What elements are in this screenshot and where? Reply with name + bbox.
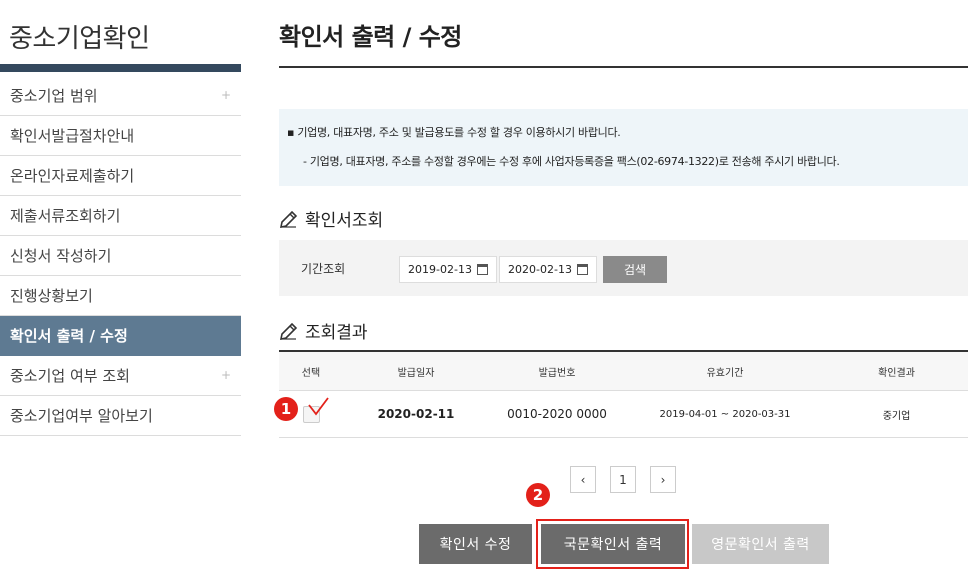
notice-box: ▪ 기업명, 대표자명, 주소 및 발급용도를 수정 할 경우 이용하시기 바랍…	[279, 109, 968, 186]
date-to-value: 2020-02-13	[508, 263, 572, 276]
sidebar-item-online-submit[interactable]: 온라인자료제출하기	[0, 156, 241, 196]
sidebar-item-progress[interactable]: 진행상황보기	[0, 276, 241, 316]
plus-icon: +	[220, 88, 231, 102]
result-cell: 중기업	[882, 410, 911, 422]
sidebar-item-sme-check[interactable]: 중소기업 여부 조회 +	[0, 356, 241, 396]
title-divider	[279, 66, 968, 68]
prev-page-button[interactable]: ‹	[570, 466, 596, 493]
sidebar-top-bar	[0, 64, 241, 72]
result-table: 선택 발급일자 발급번호 유효기간 확인결과 2020-02-11 0010-2…	[279, 350, 968, 438]
notice-line-2: - 기업명, 대표자명, 주소를 수정할 경우에는 수정 후에 사업자등록증을 …	[303, 155, 840, 168]
sidebar-item-label: 중소기업여부 알아보기	[10, 407, 153, 425]
sidebar-item-document-lookup[interactable]: 제출서류조회하기	[0, 196, 241, 236]
sidebar-item-procedure[interactable]: 확인서발급절차안내	[0, 116, 241, 156]
column-header-validity: 유효기간	[706, 367, 744, 379]
sidebar-item-label: 온라인자료제출하기	[10, 167, 135, 185]
pagination: ‹ 1 ›	[570, 466, 676, 494]
page-title: 확인서 출력 / 수정	[279, 23, 462, 51]
date-from-field[interactable]: 2019-02-13	[399, 256, 497, 283]
calendar-icon[interactable]	[476, 264, 488, 275]
table-row[interactable]: 2020-02-11 0010-2020 0000 2019-04-01 ~ 2…	[279, 391, 968, 438]
next-page-button[interactable]: ›	[650, 466, 676, 493]
search-section-heading: 확인서조회	[279, 206, 383, 231]
validity-cell: 2019-04-01 ~ 2020-03-31	[659, 408, 791, 420]
result-section-heading: 조회결과	[279, 318, 368, 343]
highlight-box	[536, 519, 689, 569]
sidebar-item-label: 신청서 작성하기	[10, 247, 112, 265]
sidebar-title: 중소기업확인	[9, 24, 150, 54]
calendar-icon[interactable]	[576, 264, 588, 275]
edit-certificate-button[interactable]: 확인서 수정	[419, 524, 532, 564]
row-select-checkbox[interactable]	[302, 396, 329, 423]
sidebar-item-label: 중소기업 여부 조회	[10, 367, 130, 385]
pencil-icon	[279, 210, 298, 228]
sidebar-item-label: 확인서 출력 / 수정	[10, 327, 128, 345]
sidebar-item-label: 확인서발급절차안내	[10, 127, 135, 145]
search-button[interactable]: 검색	[603, 256, 667, 283]
search-panel: 기간조회 2019-02-13 2020-02-13 검색	[279, 240, 968, 296]
sidebar-item-print-edit[interactable]: 확인서 출력 / 수정	[0, 316, 241, 356]
table-header: 선택 발급일자 발급번호 유효기간 확인결과	[279, 352, 968, 391]
sidebar-item-label: 중소기업 범위	[10, 87, 98, 105]
issue-date-cell: 2020-02-11	[377, 407, 455, 421]
annotation-marker-1: 1	[274, 397, 298, 421]
period-label: 기간조회	[301, 262, 346, 276]
result-heading-text: 조회결과	[305, 323, 368, 343]
notice-line-1: ▪ 기업명, 대표자명, 주소 및 발급용도를 수정 할 경우 이용하시기 바랍…	[287, 126, 621, 139]
sidebar-item-scope[interactable]: 중소기업 범위 +	[0, 76, 241, 116]
column-header-issue-date: 발급일자	[397, 367, 435, 379]
search-heading-text: 확인서조회	[305, 211, 384, 231]
sidebar-item-label: 제출서류조회하기	[10, 207, 121, 225]
column-header-select: 선택	[301, 367, 321, 379]
sidebar-menu: 중소기업 범위 + 확인서발급절차안내 온라인자료제출하기 제출서류조회하기 신…	[0, 76, 241, 436]
plus-icon: +	[220, 368, 231, 382]
issue-number-cell: 0010-2020 0000	[507, 407, 607, 421]
date-to-field[interactable]: 2020-02-13	[499, 256, 597, 283]
column-header-issue-number: 발급번호	[538, 367, 576, 379]
annotation-marker-2: 2	[526, 483, 550, 507]
date-from-value: 2019-02-13	[408, 263, 472, 276]
page-1-button[interactable]: 1	[610, 466, 636, 493]
sidebar-item-label: 진행상황보기	[10, 287, 93, 305]
print-english-button[interactable]: 영문확인서 출력	[692, 524, 829, 564]
sidebar-item-application[interactable]: 신청서 작성하기	[0, 236, 241, 276]
check-icon	[307, 396, 329, 415]
sidebar-item-sme-learn[interactable]: 중소기업여부 알아보기	[0, 396, 241, 436]
pencil-icon	[279, 322, 298, 340]
column-header-result: 확인결과	[878, 367, 915, 379]
